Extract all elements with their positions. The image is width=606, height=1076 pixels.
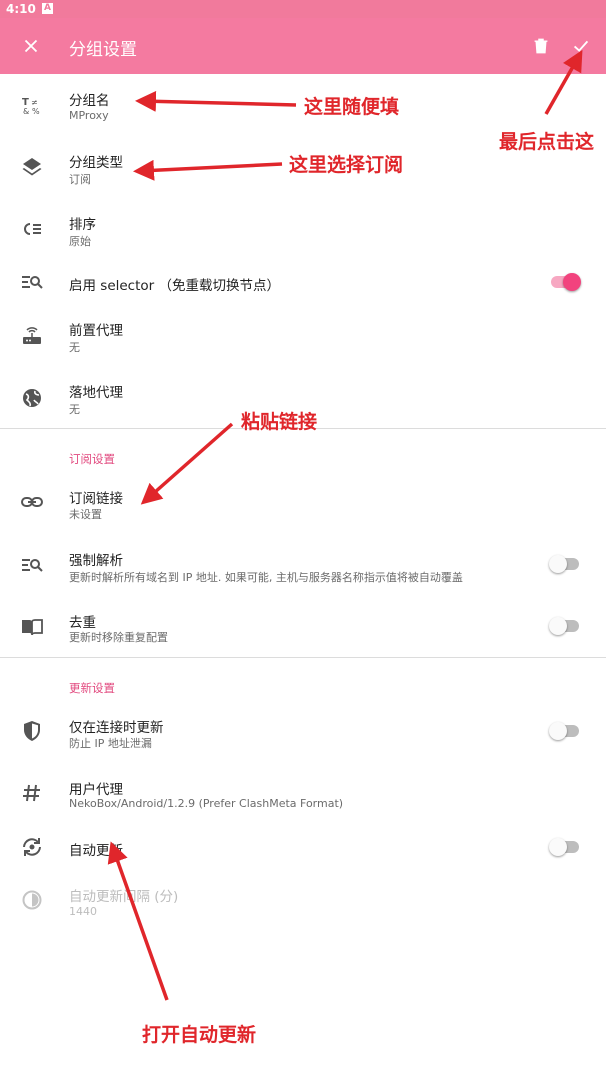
- annotation-name: 这里随便填: [304, 96, 400, 118]
- text-format-icon: T ≠ & %: [22, 97, 40, 116]
- book-icon: [22, 619, 43, 636]
- list-search-icon: [22, 559, 43, 572]
- selector-switch[interactable]: [551, 273, 581, 291]
- status-time: 4:10: [6, 2, 36, 16]
- globe-icon: [23, 389, 41, 407]
- group-name-value: MProxy: [69, 109, 109, 122]
- user-agent-value: NekoBox/Android/1.2.9 (Prefer ClashMeta …: [69, 797, 344, 810]
- auto-update-label: 自动更新: [69, 843, 123, 859]
- row-subscription-link[interactable]: 订阅链接 未设置: [0, 472, 606, 534]
- timer-icon: [22, 890, 42, 910]
- hash-icon: [23, 784, 40, 802]
- row-user-agent[interactable]: 用户代理 NekoBox/Android/1.2.9 (Prefer Clash…: [0, 762, 606, 824]
- group-name-label: 分组名: [69, 93, 110, 109]
- row-auto-update-interval: 自动更新间隔 (分) 1440: [0, 870, 606, 932]
- dedup-switch[interactable]: [549, 617, 579, 635]
- divider: [0, 657, 606, 658]
- svg-text:≠: ≠: [31, 98, 38, 107]
- row-auto-update[interactable]: 自动更新: [0, 824, 606, 870]
- dedup-description: 更新时移除重复配置: [69, 631, 168, 644]
- row-update-when-connected[interactable]: 仅在连接时更新 防止 IP 地址泄漏: [0, 700, 606, 762]
- page-title: 分组设置: [69, 40, 137, 60]
- sort-icon: [24, 223, 41, 235]
- sync-icon: [23, 838, 41, 856]
- status-bar: 4:10 A: [0, 0, 606, 18]
- landing-proxy-value: 无: [69, 403, 80, 416]
- row-force-resolve[interactable]: 强制解析 更新时解析所有域名到 IP 地址. 如果可能, 主机与服务器名称指示值…: [0, 534, 606, 596]
- annotation-type: 这里选择订阅: [289, 154, 404, 176]
- subscription-link-label: 订阅链接: [69, 491, 123, 507]
- row-sort[interactable]: 排序 原始: [0, 198, 606, 260]
- sort-value: 原始: [69, 235, 91, 248]
- force-resolve-description: 更新时解析所有域名到 IP 地址. 如果可能, 主机与服务器名称指示值将被自动覆…: [69, 571, 463, 584]
- notification-icon: A: [42, 3, 53, 14]
- subscription-link-value: 未设置: [69, 508, 102, 521]
- sort-label: 排序: [69, 217, 96, 233]
- group-type-label: 分组类型: [69, 155, 123, 171]
- router-icon: [23, 327, 41, 344]
- close-icon[interactable]: [20, 35, 42, 57]
- delete-icon[interactable]: [530, 35, 552, 57]
- annotation-link: 粘贴链接: [241, 411, 318, 433]
- row-selector[interactable]: 启用 selector （免重载切换节点）: [0, 260, 606, 304]
- section-update: 更新设置: [69, 681, 115, 695]
- auto-update-interval-value: 1440: [69, 905, 97, 918]
- shield-icon: [24, 721, 40, 741]
- annotation-confirm: 最后点击这: [499, 131, 595, 153]
- update-when-connected-description: 防止 IP 地址泄漏: [69, 737, 152, 750]
- link-icon: [21, 497, 43, 507]
- layers-icon: [22, 158, 42, 176]
- front-proxy-label: 前置代理: [69, 323, 123, 339]
- check-icon[interactable]: [570, 35, 592, 57]
- svg-text:%: %: [32, 107, 40, 116]
- list-search-icon: [22, 276, 43, 289]
- row-dedup[interactable]: 去重 更新时移除重复配置: [0, 596, 606, 658]
- selector-label: 启用 selector （免重载切换节点）: [69, 278, 281, 294]
- user-agent-label: 用户代理: [69, 782, 123, 798]
- dedup-label: 去重: [69, 615, 96, 631]
- group-type-value: 订阅: [69, 173, 91, 186]
- update-when-connected-switch[interactable]: [549, 722, 579, 740]
- landing-proxy-label: 落地代理: [69, 385, 123, 401]
- section-subscription: 订阅设置: [69, 452, 115, 466]
- row-front-proxy[interactable]: 前置代理 无: [0, 304, 606, 366]
- auto-update-switch[interactable]: [549, 838, 579, 856]
- svg-text:&: &: [23, 107, 29, 116]
- force-resolve-label: 强制解析: [69, 553, 123, 569]
- auto-update-interval-label: 自动更新间隔 (分): [69, 889, 179, 905]
- app-bar: 分组设置: [0, 18, 606, 74]
- front-proxy-value: 无: [69, 341, 80, 354]
- update-when-connected-label: 仅在连接时更新: [69, 720, 164, 736]
- annotation-auto-update: 打开自动更新: [142, 1024, 257, 1046]
- force-resolve-switch[interactable]: [549, 555, 579, 573]
